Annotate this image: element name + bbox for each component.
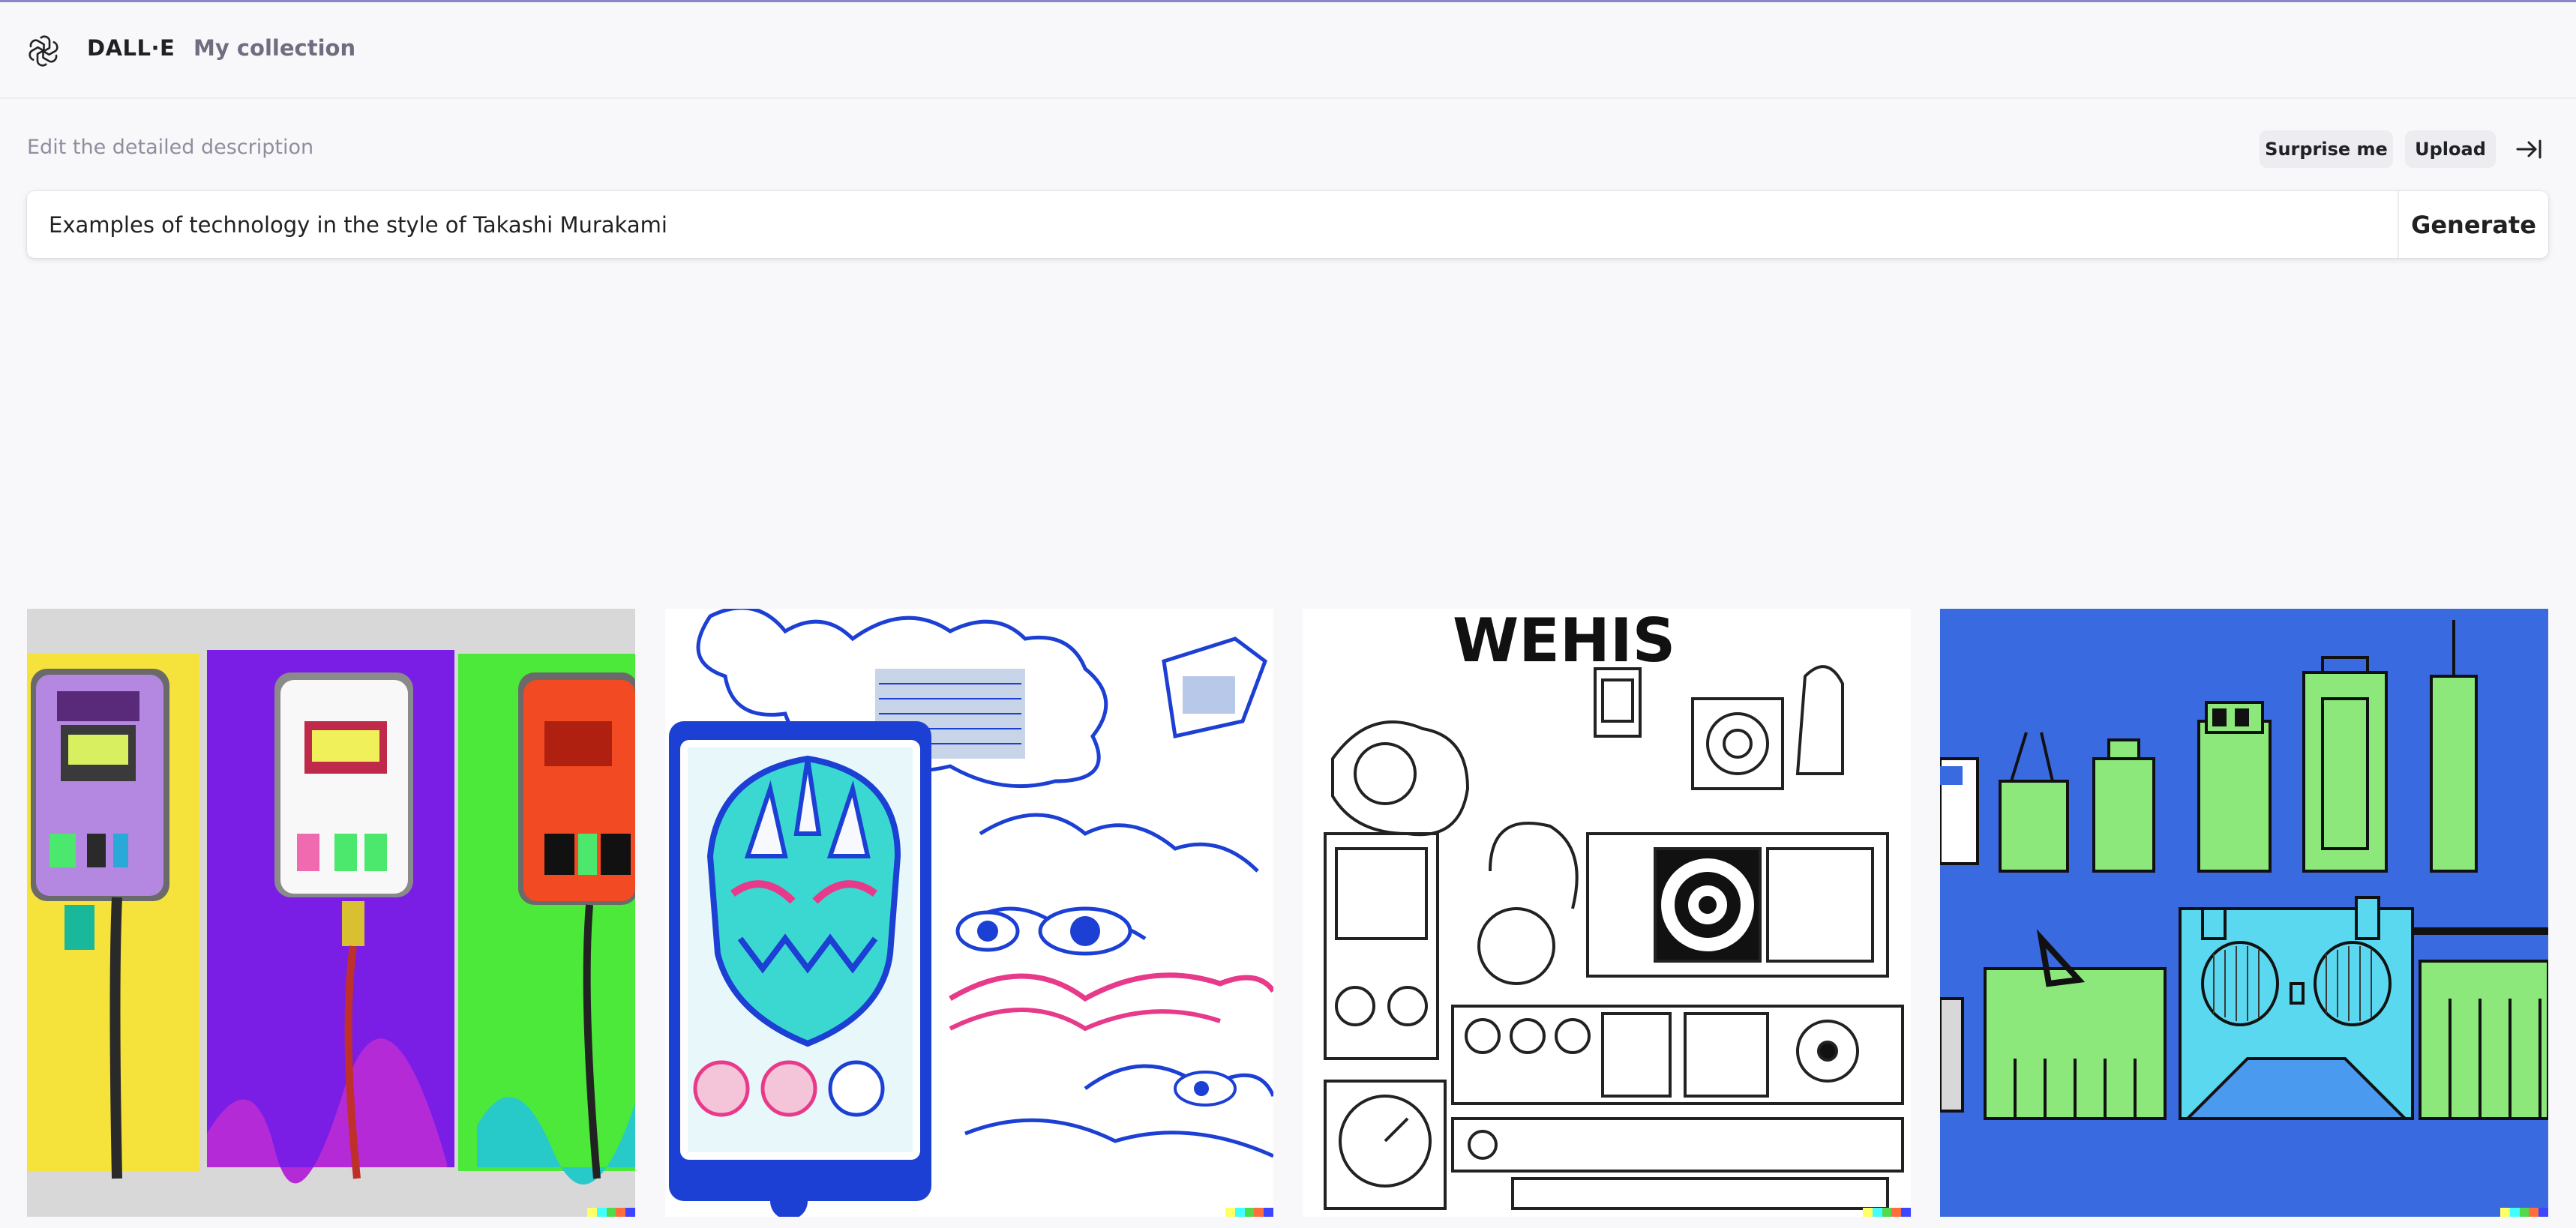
- my-collection-link[interactable]: My collection: [193, 35, 355, 61]
- generated-image-green-devices: [1940, 609, 2548, 1217]
- surprise-me-button[interactable]: Surprise me: [2260, 130, 2393, 168]
- upload-button[interactable]: Upload: [2405, 130, 2496, 168]
- prompt-box: Generate: [27, 191, 2548, 258]
- brand-link[interactable]: DALL·E: [87, 35, 175, 61]
- dalle-signature: [1863, 1208, 1911, 1217]
- description-label: Edit the detailed description: [27, 136, 314, 159]
- top-header: DALL·E My collection: [0, 2, 2576, 99]
- dalle-signature: [2500, 1208, 2548, 1217]
- generated-image-devices: [27, 609, 635, 1217]
- sketch-headline: WEHIS: [1453, 609, 1675, 675]
- generated-image-tech-sketch: WEHIS: [1303, 609, 1911, 1217]
- generate-button[interactable]: Generate: [2399, 191, 2548, 258]
- result-image-1[interactable]: [27, 609, 635, 1217]
- collapse-right-icon[interactable]: [2514, 134, 2544, 164]
- result-image-4[interactable]: [1940, 609, 2548, 1217]
- openai-logo-icon[interactable]: [27, 34, 60, 67]
- dalle-signature: [587, 1208, 635, 1217]
- result-image-2[interactable]: [665, 609, 1273, 1217]
- result-image-3[interactable]: WEHIS: [1303, 609, 1911, 1217]
- dalle-page: DALL·E My collection Edit the detailed d…: [0, 0, 2576, 1228]
- dalle-signature: [1225, 1208, 1273, 1217]
- generated-image-monster-tablet: [665, 609, 1273, 1217]
- prompt-input[interactable]: [27, 191, 2397, 258]
